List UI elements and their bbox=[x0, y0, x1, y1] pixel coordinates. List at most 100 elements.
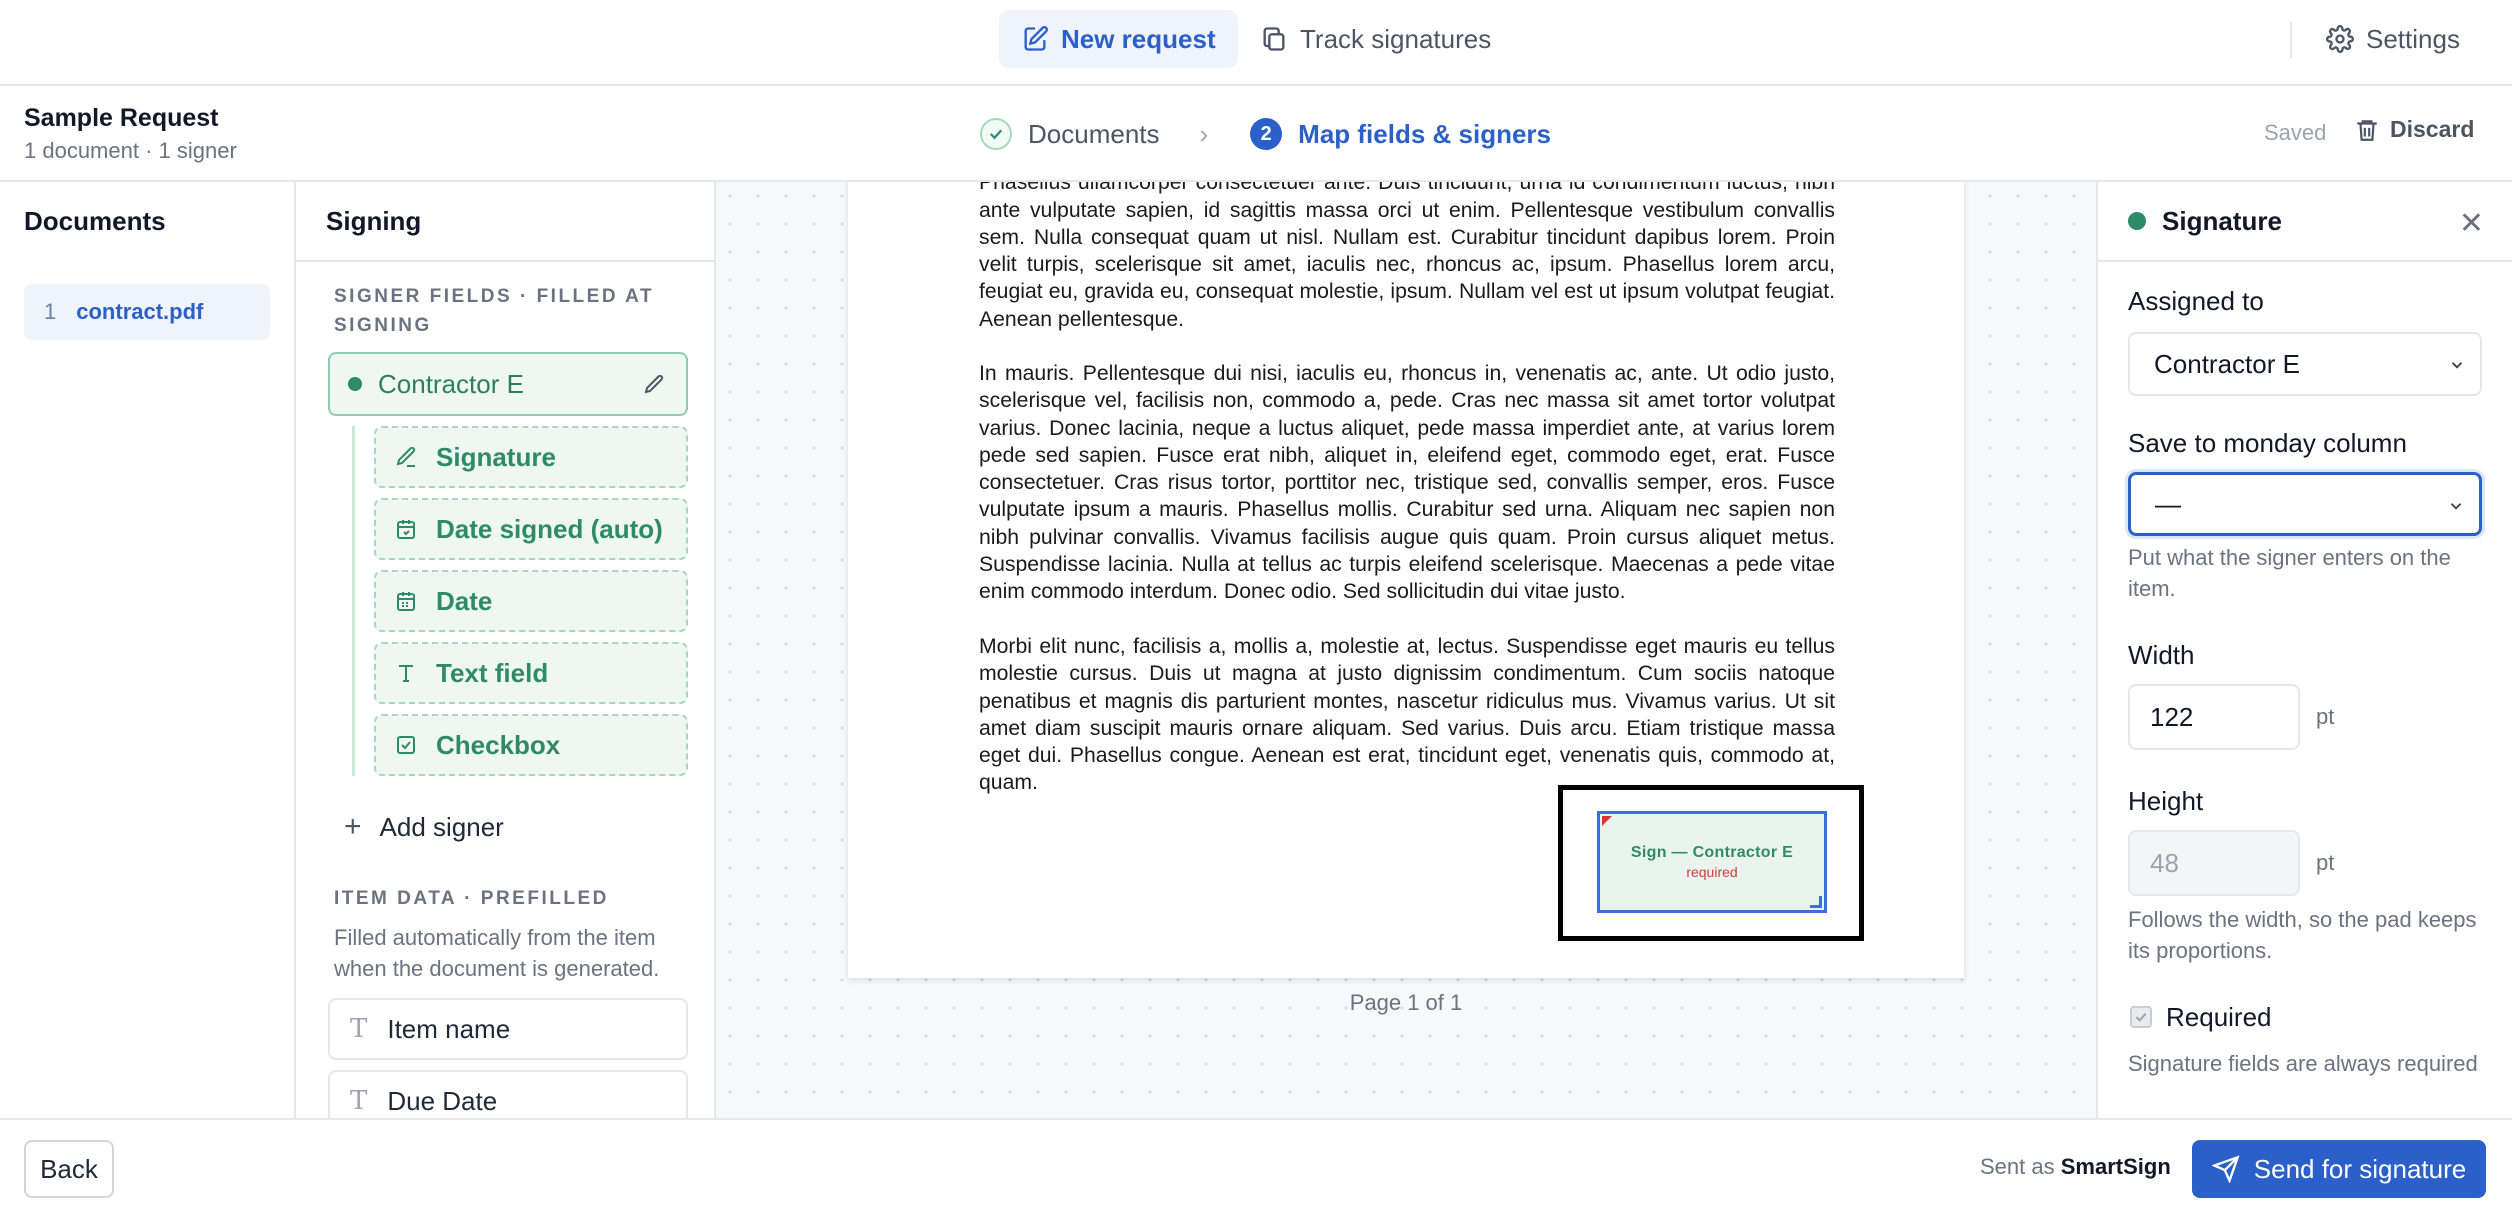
close-icon[interactable]: ✕ bbox=[2459, 206, 2484, 241]
chevron-right-icon: › bbox=[1199, 118, 1209, 149]
field-label: Checkbox bbox=[436, 729, 561, 760]
save-column-help: Put what the signer enters on the item. bbox=[2128, 545, 2451, 601]
discard-label: Discard bbox=[2390, 116, 2475, 142]
tab-track-signatures[interactable]: Track signatures bbox=[1238, 10, 1513, 68]
send-label: Send for signature bbox=[2253, 1153, 2467, 1184]
item-data-due-date[interactable]: T Due Date bbox=[328, 1070, 688, 1118]
properties-header: Signature ✕ bbox=[2098, 182, 2512, 262]
tab-track-signatures-label: Track signatures bbox=[1300, 23, 1492, 54]
field-label: Text field bbox=[436, 657, 549, 688]
field-label: Signature bbox=[436, 441, 556, 472]
discard-button[interactable]: Discard bbox=[2354, 116, 2474, 143]
field-date-signed[interactable]: Date signed (auto) bbox=[374, 498, 688, 560]
saved-status: Saved bbox=[2264, 120, 2327, 145]
step-number: 2 bbox=[1250, 118, 1283, 150]
documents-panel: Documents 1 contract.pdf bbox=[0, 182, 296, 1118]
text-icon bbox=[399, 665, 413, 682]
field-label: Date signed (auto) bbox=[436, 513, 663, 544]
text-icon: T bbox=[350, 1086, 368, 1116]
sent-as-prefix: Sent as bbox=[1980, 1154, 2055, 1179]
item-data-label: ITEM DATA · PREFILLED bbox=[334, 888, 609, 909]
edit-document-icon bbox=[1024, 26, 1048, 51]
document-page[interactable]: lobortis tortor, sed vestibulum dui metu… bbox=[848, 182, 1964, 978]
trash-icon bbox=[2357, 119, 2377, 141]
page-indicator: Page 1 of 1 bbox=[1349, 990, 1463, 1015]
item-data-label: Due Date bbox=[387, 1085, 498, 1116]
text-icon: T bbox=[350, 1014, 368, 1044]
plus-icon: + bbox=[344, 810, 362, 843]
signer-fields-label-line1: SIGNER FIELDS · FILLED AT bbox=[334, 286, 655, 307]
check-icon bbox=[2135, 1012, 2147, 1022]
field-properties-panel: Signature ✕ Assigned to Contractor E Sav… bbox=[2096, 182, 2512, 1118]
gear-icon bbox=[2326, 25, 2354, 53]
pencil-icon[interactable] bbox=[642, 373, 666, 397]
page-paragraph: lobortis tortor, sed vestibulum dui metu… bbox=[979, 182, 1835, 331]
required-label: Required bbox=[2166, 1002, 2272, 1032]
chevron-down-icon bbox=[2451, 362, 2463, 369]
field-signature[interactable]: Signature bbox=[374, 426, 688, 488]
send-icon bbox=[2211, 1155, 2240, 1183]
height-input: 48 bbox=[2128, 830, 2300, 896]
save-column-select[interactable]: — bbox=[2128, 472, 2482, 536]
chevron-down-icon bbox=[2450, 503, 2462, 510]
document-canvas[interactable]: lobortis tortor, sed vestibulum dui metu… bbox=[716, 182, 2096, 1118]
add-signer-button[interactable]: + Add signer bbox=[344, 810, 504, 844]
resize-handle[interactable] bbox=[1810, 896, 1822, 908]
field-checkbox[interactable]: Checkbox bbox=[374, 714, 688, 776]
signer-card[interactable]: Contractor E bbox=[328, 352, 688, 416]
field-text[interactable]: Text field bbox=[374, 642, 688, 704]
back-button[interactable]: Back bbox=[24, 1140, 114, 1198]
assigned-to-select[interactable]: Contractor E bbox=[2128, 332, 2482, 396]
required-help: Signature fields are always required bbox=[2128, 1051, 2478, 1076]
item-data-help: Filled automatically from the item when … bbox=[334, 925, 660, 981]
signing-header: Signing bbox=[296, 182, 714, 262]
calendar-icon bbox=[397, 520, 415, 539]
assigned-to-value: Contractor E bbox=[2154, 348, 2300, 379]
tab-new-request-label: New request bbox=[1061, 23, 1216, 54]
signer-color-dot bbox=[348, 377, 362, 391]
document-item[interactable]: 1 contract.pdf bbox=[24, 284, 270, 340]
signer-color-dot bbox=[2128, 212, 2146, 230]
documents-title: Documents bbox=[24, 206, 166, 236]
properties-title: Signature bbox=[2162, 205, 2282, 236]
height-label: Height bbox=[2128, 786, 2204, 816]
signer-fields-label-line2: SIGNING bbox=[334, 315, 432, 336]
signing-panel: Signing SIGNER FIELDS · FILLED AT SIGNIN… bbox=[296, 182, 716, 1118]
step-documents[interactable]: Documents bbox=[1028, 119, 1160, 150]
settings-label: Settings bbox=[2366, 23, 2460, 54]
pen-icon bbox=[396, 446, 416, 467]
width-input[interactable]: 122 bbox=[2128, 684, 2300, 750]
copy-document-icon bbox=[1263, 27, 1285, 51]
settings-button[interactable]: Settings bbox=[2326, 10, 2460, 68]
request-header: Sample Request 1 document · 1 signer Doc… bbox=[0, 86, 2512, 182]
item-data-name[interactable]: T Item name bbox=[328, 998, 688, 1060]
step-done-indicator bbox=[980, 118, 1012, 150]
checkbox-icon bbox=[397, 736, 415, 754]
top-navigation: New request Track signatures Settings bbox=[0, 0, 2512, 86]
calendar-grid-icon bbox=[397, 592, 415, 611]
save-column-label: Save to monday column bbox=[2128, 428, 2407, 458]
signing-title: Signing bbox=[326, 206, 422, 236]
height-help: Follows the width, so the pad keeps its … bbox=[2128, 907, 2477, 963]
item-data-label: Item name bbox=[387, 1013, 511, 1044]
document-name: contract.pdf bbox=[76, 299, 204, 324]
sent-as: Sent as SmartSign bbox=[1980, 1154, 2171, 1180]
send-for-signature-button[interactable]: Send for signature bbox=[2192, 1140, 2486, 1198]
save-column-value: — bbox=[2155, 488, 2181, 519]
tree-connector bbox=[352, 426, 355, 776]
signer-name: Contractor E bbox=[378, 368, 524, 399]
signature-field-placement[interactable]: Sign — Contractor E required bbox=[1597, 811, 1827, 913]
request-subtitle: 1 document · 1 signer bbox=[24, 138, 237, 163]
field-date[interactable]: Date bbox=[374, 570, 688, 632]
stepper: Documents › 2 Map fields & signers bbox=[980, 114, 1551, 154]
field-label: Date bbox=[436, 585, 493, 616]
step-map-fields[interactable]: Map fields & signers bbox=[1298, 119, 1551, 150]
assigned-to-label: Assigned to bbox=[2128, 286, 2264, 316]
required-marker bbox=[1602, 816, 1612, 826]
request-title: Sample Request bbox=[24, 104, 219, 132]
signature-field-label: Sign — Contractor E bbox=[1630, 844, 1794, 861]
page-paragraph: Morbi elit nunc, facilisis a, mollis a, … bbox=[979, 635, 1835, 795]
footer-bar: Back Sent as SmartSign Send for signatur… bbox=[0, 1118, 2512, 1210]
tab-new-request[interactable]: New request bbox=[999, 10, 1238, 68]
check-icon bbox=[989, 129, 1003, 140]
